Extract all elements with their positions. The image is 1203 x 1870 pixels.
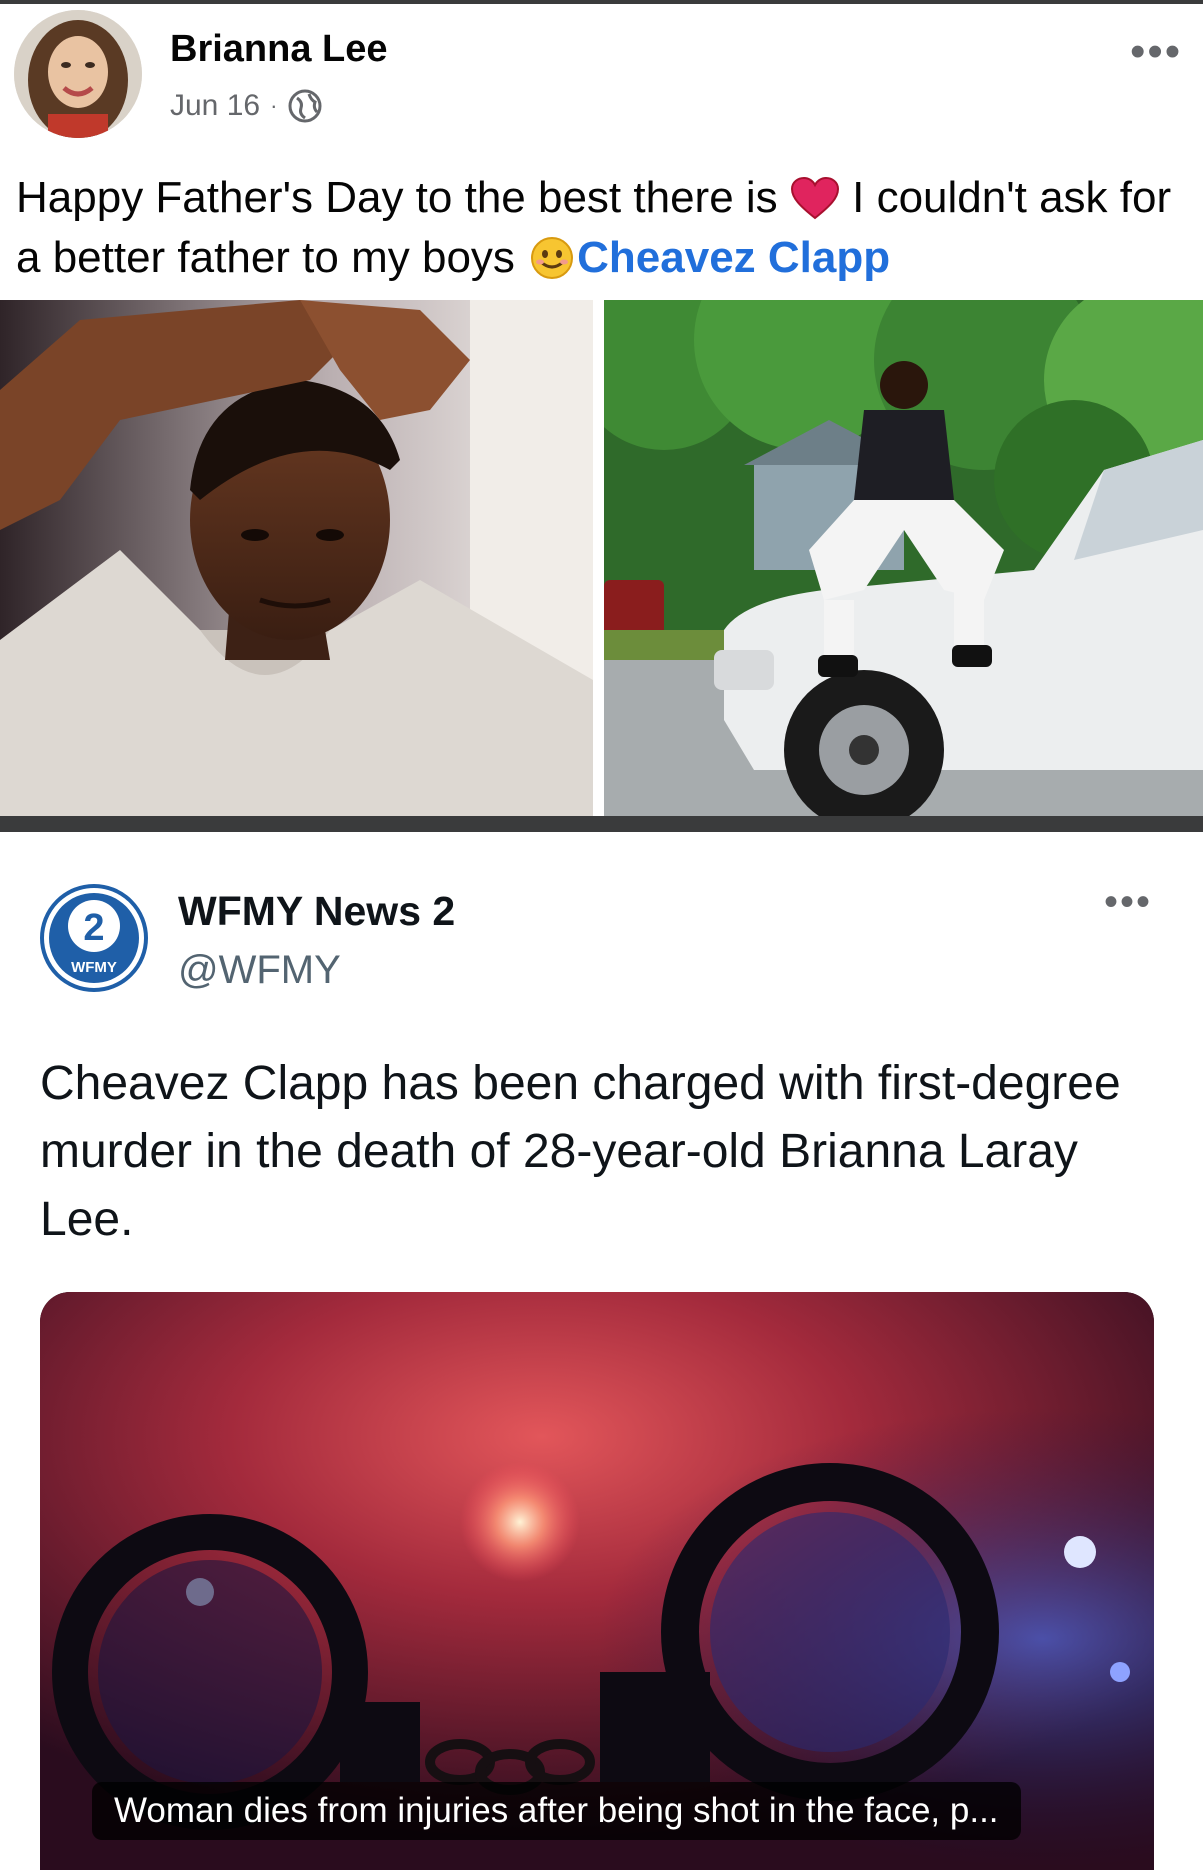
tweet-text: Cheavez Clapp has been charged with firs… <box>40 1057 1121 1246</box>
globe-icon <box>287 88 323 124</box>
tweet: 2 WFMY WFMY News 2 @WFMY ••• Cheavez Cla… <box>0 832 1203 1870</box>
top-divider <box>0 0 1203 4</box>
section-divider <box>0 816 1203 832</box>
account-handle[interactable]: @WFMY <box>178 948 341 993</box>
link-card[interactable]: Woman dies from injuries after being sho… <box>40 1292 1154 1870</box>
avatar[interactable] <box>14 10 142 138</box>
facebook-post: Brianna Lee Jun 16 · ••• Happy Father's … <box>0 0 1203 832</box>
selfie-photo[interactable] <box>0 300 593 816</box>
truck-photo[interactable] <box>604 300 1203 816</box>
more-options-icon[interactable]: ••• <box>1130 30 1182 74</box>
logo-text: WFMY <box>71 959 117 976</box>
screenshot-page: Brianna Lee Jun 16 · ••• Happy Father's … <box>0 0 1203 1870</box>
author-name[interactable]: Brianna Lee <box>170 28 388 71</box>
meta-separator: · <box>270 93 278 118</box>
red-heart-icon <box>790 176 840 220</box>
mention-link[interactable]: Cheavez Clapp <box>577 233 890 282</box>
card-caption: Woman dies from injuries after being sho… <box>92 1782 1021 1840</box>
post-date[interactable]: Jun 16 <box>170 89 260 123</box>
account-name[interactable]: WFMY News 2 <box>178 888 455 935</box>
wfmy-logo[interactable]: 2 WFMY <box>40 884 148 992</box>
tweet-more-icon[interactable]: ••• <box>1104 882 1152 922</box>
smiling-face-icon <box>527 236 577 280</box>
post-text-part1: Happy Father's Day to the best there is <box>16 173 790 222</box>
photo-grid <box>0 300 1203 816</box>
post-text: Happy Father's Day to the best there is … <box>16 168 1186 288</box>
post-meta: Jun 16 · <box>170 88 323 124</box>
logo-number: 2 <box>83 907 104 949</box>
